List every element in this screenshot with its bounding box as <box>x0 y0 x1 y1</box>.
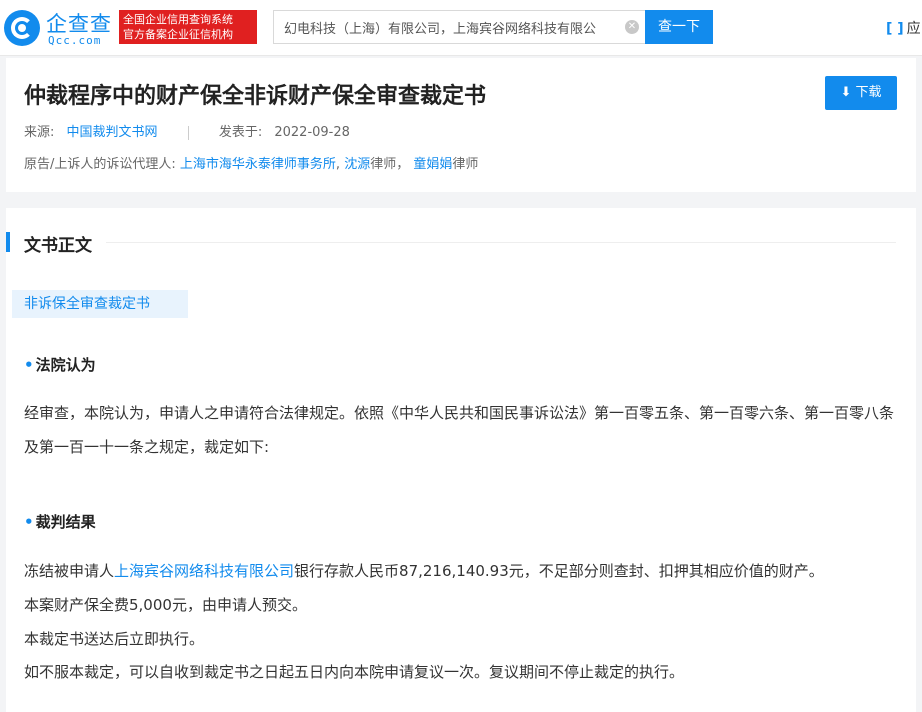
download-icon: ⬇ <box>840 85 852 100</box>
section-title: 文书正文 <box>24 236 92 256</box>
official-badge: 全国企业信用查询系统 官方备案企业征信机构 <box>119 10 257 44</box>
judgment-line-1-post: 银行存款人民币87,216,140.93元，不足部分则查封、扣押其相应价值的财产… <box>294 562 824 580</box>
respondent-company-link[interactable]: 上海宾谷网络科技有限公司 <box>114 562 294 580</box>
search-button[interactable]: 查一下 <box>645 10 713 44</box>
search-input[interactable] <box>284 11 624 43</box>
agent-role-1: 律师， <box>370 157 410 172</box>
judgment-title: 裁判结果 <box>35 513 96 531</box>
judgment-line-2: 本案财产保全费5,000元，由申请人预交。 <box>24 596 307 614</box>
section-accent-bar <box>6 232 10 252</box>
bullet-icon: • <box>24 513 34 531</box>
search-box: ✕ <box>273 10 645 44</box>
judgment-heading: • 裁判结果 <box>24 511 96 532</box>
judgment-line-1: 冻结被申请人上海宾谷网络科技有限公司银行存款人民币87,216,140.93元，… <box>24 560 824 581</box>
judgment-line-3: 本裁定书送达后立即执行。 <box>24 630 205 648</box>
agent-role-2: 律师 <box>452 157 479 172</box>
agent-name-link-2[interactable]: 童娟娟 <box>413 157 452 172</box>
agent-firm-link[interactable]: 上海市海华永泰律师事务所 <box>180 157 336 172</box>
agent-label: 原告/上诉人的诉讼代理人: <box>24 157 176 172</box>
badge-line-2: 官方备案企业征信机构 <box>123 28 233 41</box>
source-label: 来源: <box>24 125 55 140</box>
meta-divider <box>187 125 189 140</box>
source-link[interactable]: 中国裁判文书网 <box>67 125 158 140</box>
section-divider <box>106 242 896 243</box>
court-opinion-heading: • 法院认为 <box>24 354 96 375</box>
document-meta: 来源: 中国裁判文书网 发表于: 2022-09-28 <box>24 121 350 140</box>
doc-type-tag[interactable]: 非诉保全审查裁定书 <box>12 290 188 318</box>
agent-name-link-1[interactable]: 沈源 <box>344 157 370 172</box>
published-label: 发表于: <box>218 125 263 140</box>
app-download-link[interactable]: [ ] 应 <box>886 18 921 38</box>
scan-icon: [ ] <box>886 21 904 37</box>
court-opinion-text: 经审查，本院认为，申请人之申请符合法律规定。依照《中华人民共和国民事诉讼法》第一… <box>24 404 895 456</box>
document-body-card: 文书正文 非诉保全审查裁定书 • 法院认为 经审查，本院认为，申请人之申请符合法律… <box>6 208 916 712</box>
agent-info: 原告/上诉人的诉讼代理人: 上海市海华永泰律师事务所, 沈源律师， 童娟娟律师 <box>24 153 478 172</box>
top-navigation-bar: 企查查 Qcc.com 全国企业信用查询系统 官方备案企业征信机构 ✕ 查一下 … <box>0 0 922 56</box>
qcc-logo-icon <box>4 10 40 46</box>
agent-separator: , <box>335 157 341 172</box>
court-opinion-title: 法院认为 <box>35 356 96 374</box>
app-link-label: 应 <box>906 21 921 37</box>
document-header-card: 仲裁程序中的财产保全非诉财产保全审查裁定书 ⬇ 下载 来源: 中国裁判文书网 发表… <box>6 58 916 192</box>
download-button[interactable]: ⬇ 下载 <box>825 76 897 110</box>
published-date: 2022-09-28 <box>274 125 350 140</box>
logo-domain: Qcc.com <box>48 34 102 47</box>
clear-icon[interactable]: ✕ <box>625 20 639 34</box>
section-header: 文书正文 <box>6 232 906 256</box>
qcc-logo[interactable]: 企查查 Qcc.com <box>4 8 114 48</box>
badge-line-1: 全国企业信用查询系统 <box>123 13 233 26</box>
bullet-icon: • <box>24 356 34 374</box>
download-label: 下载 <box>855 85 882 100</box>
judgment-line-4: 如不服本裁定，可以自收到裁定书之日起五日内向本院申请复议一次。复议期间不停止裁定… <box>24 663 685 681</box>
document-title: 仲裁程序中的财产保全非诉财产保全审查裁定书 <box>24 84 487 109</box>
judgment-line-1-pre: 冻结被申请人 <box>24 562 115 580</box>
